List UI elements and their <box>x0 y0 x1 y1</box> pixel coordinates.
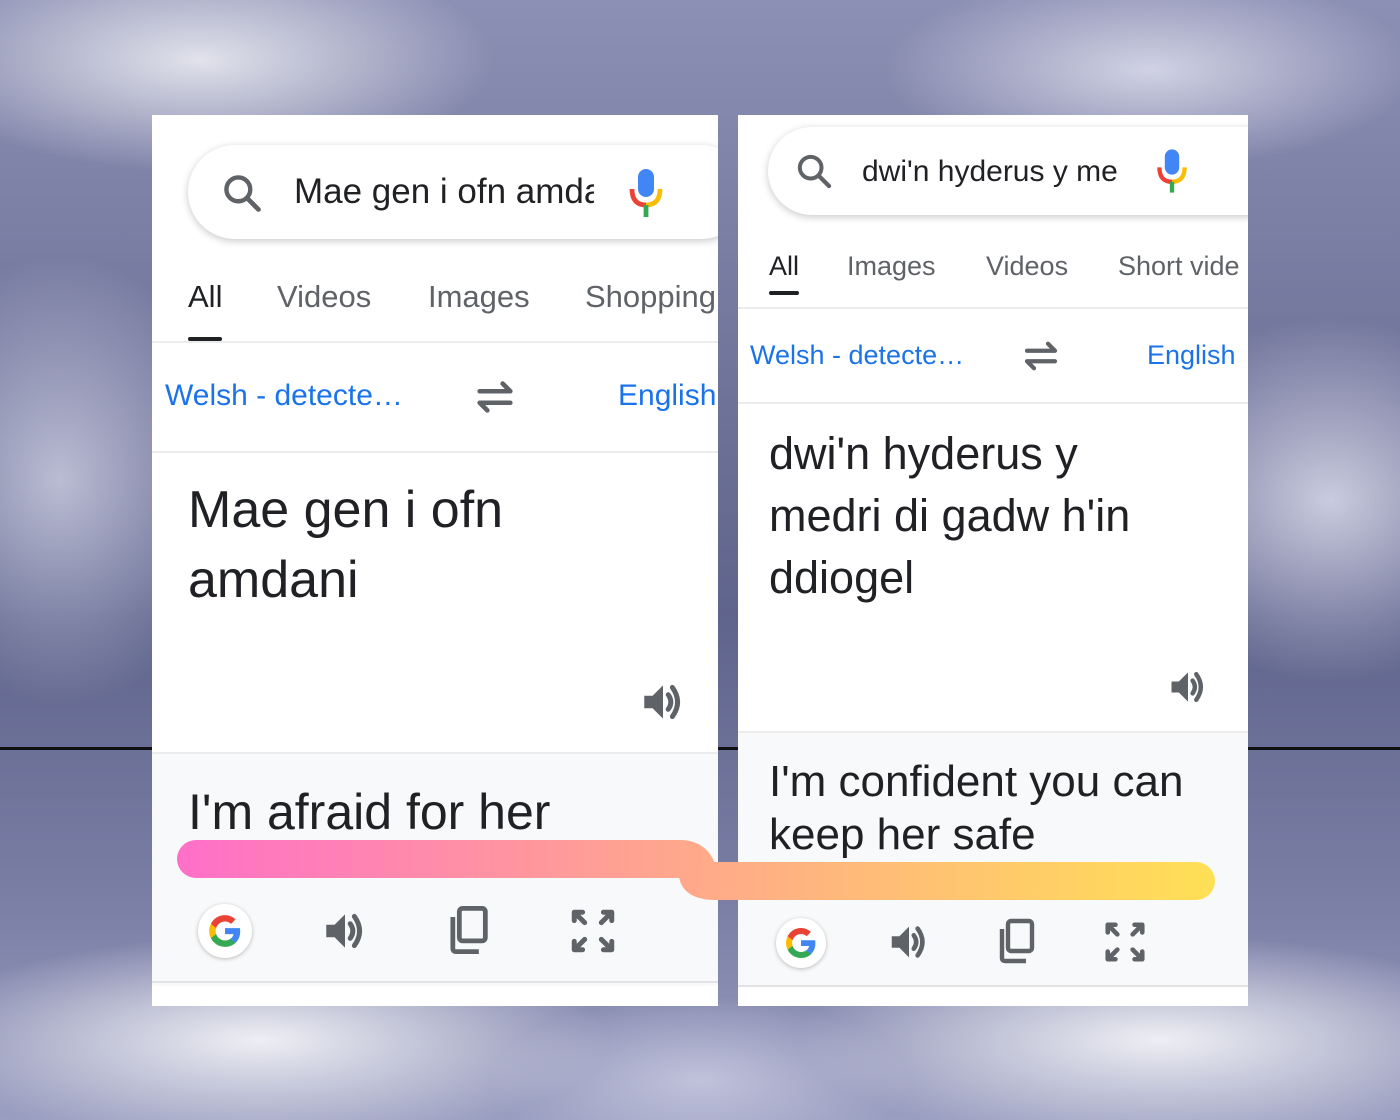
google-logo-icon[interactable] <box>198 904 252 958</box>
translation-text-line: keep her safe <box>769 810 1036 859</box>
source-text-line: amdani <box>188 551 359 609</box>
tab-label: All <box>769 251 800 281</box>
mic-icon[interactable] <box>1154 147 1190 195</box>
target-language-button[interactable]: English <box>618 379 716 413</box>
source-text-line: dwi'n hyderus y <box>769 428 1078 479</box>
speaker-icon[interactable] <box>1166 665 1210 709</box>
mic-icon[interactable] <box>626 167 666 219</box>
tab-shopping[interactable]: Shopping <box>585 279 716 315</box>
search-input[interactable]: dwi'n hyderus y me <box>862 153 1124 191</box>
speaker-icon[interactable] <box>638 677 688 727</box>
search-input[interactable]: Mae gen i ofn amda <box>294 170 594 214</box>
source-text: dwi'n hyderus y medri di gadw h'in ddiog… <box>769 423 1130 609</box>
source-text: Mae gen i ofn amdani <box>188 475 503 615</box>
translation-text: I'm afraid for her <box>188 784 551 840</box>
google-logo-icon[interactable] <box>776 918 826 968</box>
swap-arrows-icon[interactable] <box>1020 338 1062 374</box>
source-text-line: ddiogel <box>769 552 915 603</box>
google-logo-icon <box>209 915 241 947</box>
search-bar[interactable]: dwi'n hyderus y me <box>768 127 1248 215</box>
tab-images[interactable]: Images <box>847 251 936 282</box>
translation-text: I'm confident you can keep her safe <box>769 755 1183 861</box>
source-text-line: Mae gen i ofn <box>188 481 504 539</box>
search-tabs: All Images Videos Short vide <box>738 235 1248 309</box>
copy-icon[interactable] <box>444 904 492 956</box>
active-tab-indicator <box>769 291 800 295</box>
search-icon[interactable] <box>220 171 264 215</box>
tab-short-videos[interactable]: Short vide <box>1118 251 1240 282</box>
panel-bottom-divider <box>152 981 718 983</box>
translation-output: I'm afraid for her <box>152 752 718 986</box>
translation-output: I'm confident you can keep her safe <box>738 731 1248 987</box>
source-language-button[interactable]: Welsh - detecte… <box>165 379 403 413</box>
language-selector-bar: Welsh - detecte… English <box>738 308 1248 404</box>
tab-all[interactable]: All <box>769 251 800 295</box>
tab-videos[interactable]: Videos <box>277 279 371 315</box>
speaker-icon[interactable] <box>320 906 370 956</box>
target-language-button[interactable]: English <box>1147 340 1236 371</box>
panel-bottom-divider <box>738 985 1248 987</box>
tab-all[interactable]: All <box>188 279 223 341</box>
search-tabs: All Videos Images Shopping <box>152 265 718 343</box>
tab-images[interactable]: Images <box>428 279 530 315</box>
active-tab-indicator <box>188 337 223 341</box>
left-translation-panel: Mae gen i ofn amda All Videos Images Sho… <box>152 115 718 1006</box>
tab-videos[interactable]: Videos <box>986 251 1068 282</box>
swap-arrows-icon[interactable] <box>472 377 518 417</box>
right-translation-panel: dwi'n hyderus y me All Images Videos Sho… <box>738 115 1248 1006</box>
tab-label: All <box>188 279 223 314</box>
search-icon[interactable] <box>794 151 834 191</box>
source-text-line: medri di gadw h'in <box>769 490 1131 541</box>
speaker-icon[interactable] <box>886 919 932 965</box>
fullscreen-icon[interactable] <box>568 906 618 956</box>
language-selector-bar: Welsh - detecte… English <box>152 343 718 453</box>
translation-text-line: I'm confident you can <box>769 757 1184 806</box>
google-logo-icon <box>786 928 816 958</box>
search-bar[interactable]: Mae gen i ofn amda <box>188 145 718 239</box>
source-language-button[interactable]: Welsh - detecte… <box>750 340 964 371</box>
copy-icon[interactable] <box>994 917 1038 965</box>
fullscreen-icon[interactable] <box>1102 919 1148 965</box>
